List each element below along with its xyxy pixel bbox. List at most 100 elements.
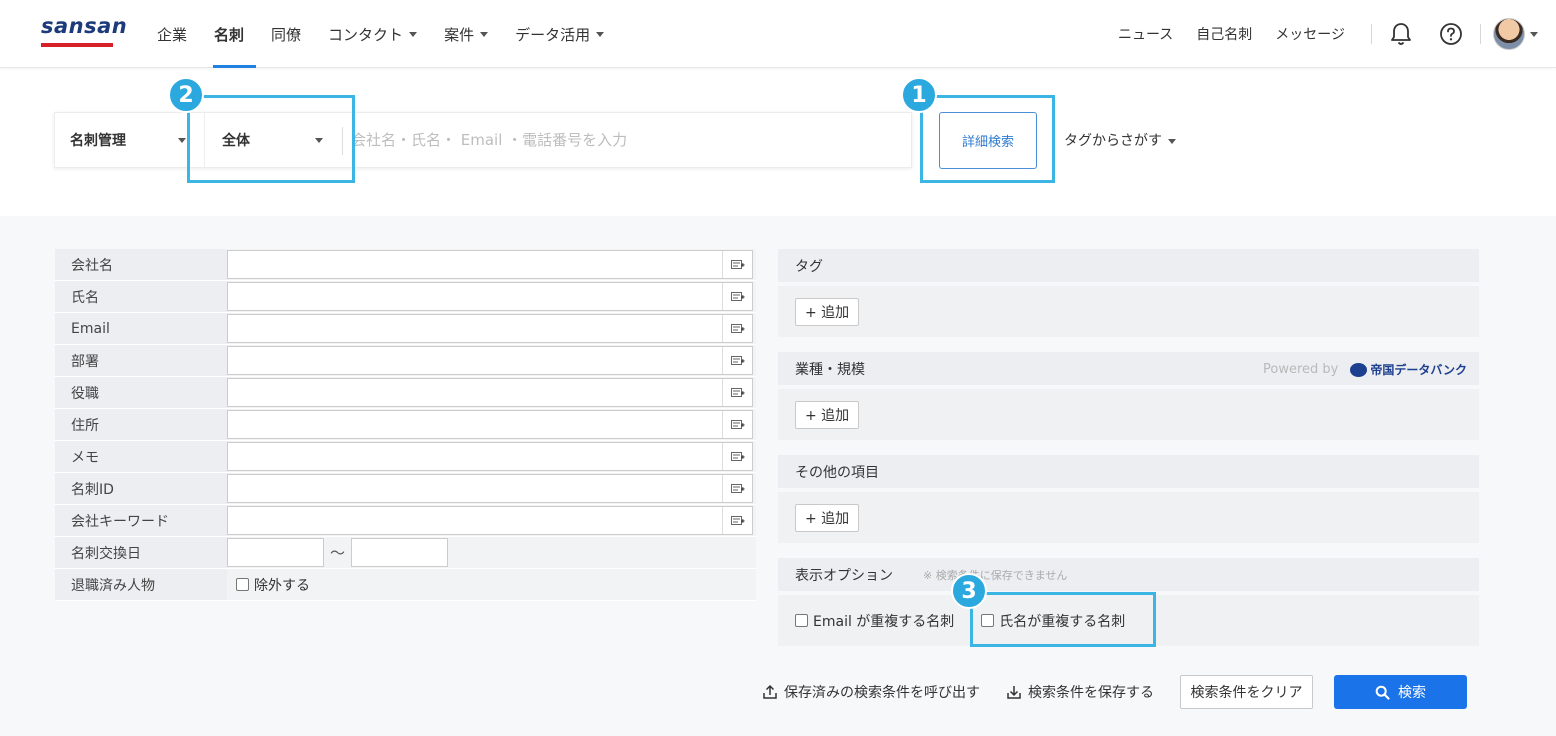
company-keyword-input[interactable] bbox=[227, 506, 753, 535]
nav-deals-label: 案件 bbox=[444, 25, 475, 44]
load-saved-conditions-link[interactable]: 保存済みの検索条件を呼び出す bbox=[762, 682, 980, 702]
main-nav: 企業 名刺 同僚 コンタクト 案件 データ活用 bbox=[157, 0, 631, 68]
list-input-icon[interactable] bbox=[722, 347, 752, 374]
nav-deals[interactable]: 案件 bbox=[444, 0, 489, 68]
powered-by-label: Powered by bbox=[1263, 362, 1339, 377]
field-label: 氏名 bbox=[55, 281, 227, 312]
nav-data-usage-label: データ活用 bbox=[515, 25, 591, 44]
field-label: 退職済み人物 bbox=[55, 569, 227, 600]
list-input-icon[interactable] bbox=[722, 411, 752, 438]
add-tag-button[interactable]: + 追加 bbox=[795, 297, 860, 326]
load-saved-label: 保存済みの検索条件を呼び出す bbox=[784, 685, 980, 701]
exchange-date-from-input[interactable] bbox=[227, 538, 324, 567]
address-input[interactable] bbox=[227, 410, 753, 439]
nav-colleagues[interactable]: 同僚 bbox=[271, 0, 301, 68]
field-label: 会社キーワード bbox=[55, 505, 227, 536]
powered-by: Powered by 帝国データバンク bbox=[1263, 361, 1467, 378]
upload-icon bbox=[763, 684, 777, 699]
top-navigation-bar: sansan 企業 名刺 同僚 コンタクト 案件 データ活用 ニュース 自己名刺… bbox=[0, 0, 1556, 68]
search-icon bbox=[1375, 685, 1390, 700]
card-id-input[interactable] bbox=[227, 474, 753, 503]
department-input[interactable] bbox=[227, 346, 753, 375]
company-name-input[interactable] bbox=[227, 250, 753, 279]
list-input-icon[interactable] bbox=[722, 507, 752, 534]
add-industry-button[interactable]: + 追加 bbox=[795, 400, 860, 429]
nav-data-usage[interactable]: データ活用 bbox=[515, 0, 605, 68]
checkbox-icon[interactable] bbox=[236, 578, 249, 591]
scope-primary-label: 名刺管理 bbox=[70, 133, 126, 149]
list-input-icon[interactable] bbox=[722, 379, 752, 406]
divider bbox=[1480, 24, 1481, 44]
section-title: 業種・規模 bbox=[795, 361, 865, 378]
divider bbox=[1371, 24, 1372, 44]
highlight-box-2 bbox=[187, 95, 355, 183]
avatar[interactable] bbox=[1493, 18, 1525, 50]
form-row: 名刺ID bbox=[55, 473, 756, 505]
exchange-date-to-input[interactable] bbox=[351, 538, 449, 567]
chevron-down-icon bbox=[596, 31, 605, 37]
section-title: タグ bbox=[778, 249, 1479, 282]
messages-link[interactable]: メッセージ bbox=[1275, 24, 1345, 44]
field-label: 名刺ID bbox=[55, 473, 227, 504]
help-icon[interactable] bbox=[1438, 21, 1464, 47]
list-input-icon[interactable] bbox=[722, 315, 752, 342]
duplicate-email-checkbox[interactable]: Email が重複する名刺 bbox=[795, 611, 954, 631]
memo-input[interactable] bbox=[227, 442, 753, 471]
list-input-icon[interactable] bbox=[722, 283, 752, 310]
add-other-button[interactable]: + 追加 bbox=[795, 503, 860, 532]
section-header: 表示オプション ※ 検索条件に保存できません bbox=[778, 558, 1479, 591]
section-title: 表示オプション bbox=[795, 567, 893, 584]
nav-companies[interactable]: 企業 bbox=[157, 0, 187, 68]
nav-business-cards-label: 名刺 bbox=[214, 25, 245, 44]
search-actions: 保存済みの検索条件を呼び出す 検索条件を保存する 検索条件をクリア 検索 bbox=[762, 675, 1467, 709]
highlight-box-3 bbox=[970, 592, 1156, 647]
section-header: 業種・規模 Powered by 帝国データバンク bbox=[778, 352, 1479, 385]
form-row: 名刺交換日 〜 bbox=[55, 537, 756, 569]
person-name-input[interactable] bbox=[227, 282, 753, 311]
chevron-down-icon bbox=[480, 31, 489, 37]
exclude-retired-checkbox[interactable]: 除外する bbox=[236, 575, 310, 595]
checkbox-icon[interactable] bbox=[795, 614, 808, 627]
duplicate-email-label: Email が重複する名刺 bbox=[813, 613, 955, 630]
chevron-down-icon[interactable] bbox=[1530, 31, 1538, 37]
tag-section: タグ + 追加 bbox=[778, 249, 1479, 337]
position-input[interactable] bbox=[227, 378, 753, 407]
list-input-icon[interactable] bbox=[722, 443, 752, 470]
right-nav: ニュース 自己名刺 メッセージ bbox=[1118, 0, 1556, 68]
clear-conditions-button[interactable]: 検索条件をクリア bbox=[1180, 675, 1313, 709]
my-card-link[interactable]: 自己名刺 bbox=[1196, 24, 1252, 44]
nav-business-cards[interactable]: 名刺 bbox=[213, 0, 257, 68]
form-row: 氏名 bbox=[55, 281, 756, 313]
display-note: ※ 検索条件に保存できません bbox=[923, 568, 1068, 582]
form-row: メモ bbox=[55, 441, 756, 473]
search-bar: 名刺管理 全体 bbox=[54, 112, 912, 168]
date-separator: 〜 bbox=[330, 544, 346, 562]
search-button[interactable]: 検索 bbox=[1334, 675, 1467, 709]
save-conditions-label: 検索条件を保存する bbox=[1028, 685, 1154, 701]
search-form: 会社名 氏名 Email 部署 役職 住所 メモ 名刺ID 会社キーワード 名刺… bbox=[55, 249, 756, 601]
search-input[interactable] bbox=[351, 123, 899, 157]
annotation-badge-3: 3 bbox=[951, 573, 987, 609]
scope-dropdown-primary[interactable]: 名刺管理 bbox=[55, 113, 205, 167]
email-input[interactable] bbox=[227, 314, 753, 343]
industry-section: 業種・規模 Powered by 帝国データバンク + 追加 bbox=[778, 352, 1479, 440]
save-conditions-link[interactable]: 検索条件を保存する bbox=[1006, 682, 1154, 702]
annotation-badge-2: 2 bbox=[168, 77, 204, 113]
list-input-icon[interactable] bbox=[722, 475, 752, 502]
logo-underline bbox=[41, 43, 113, 47]
list-input-icon[interactable] bbox=[722, 251, 752, 278]
field-label: 住所 bbox=[55, 409, 227, 440]
news-link[interactable]: ニュース bbox=[1118, 24, 1173, 44]
annotation-badge-1: 1 bbox=[901, 77, 937, 113]
tag-search-dropdown[interactable]: タグからさがす bbox=[1064, 130, 1176, 150]
field-label: 名刺交換日 bbox=[55, 537, 227, 568]
field-label: メモ bbox=[55, 441, 227, 472]
bell-icon[interactable] bbox=[1388, 21, 1414, 47]
nav-companies-label: 企業 bbox=[157, 25, 188, 44]
highlight-box-1 bbox=[920, 95, 1055, 183]
chevron-down-icon bbox=[178, 138, 186, 143]
nav-contacts[interactable]: コンタクト bbox=[328, 0, 418, 68]
provider-name: 帝国データバンク bbox=[1370, 363, 1467, 377]
sansan-logo[interactable]: sansan bbox=[41, 14, 127, 38]
field-label: Email bbox=[55, 313, 227, 344]
